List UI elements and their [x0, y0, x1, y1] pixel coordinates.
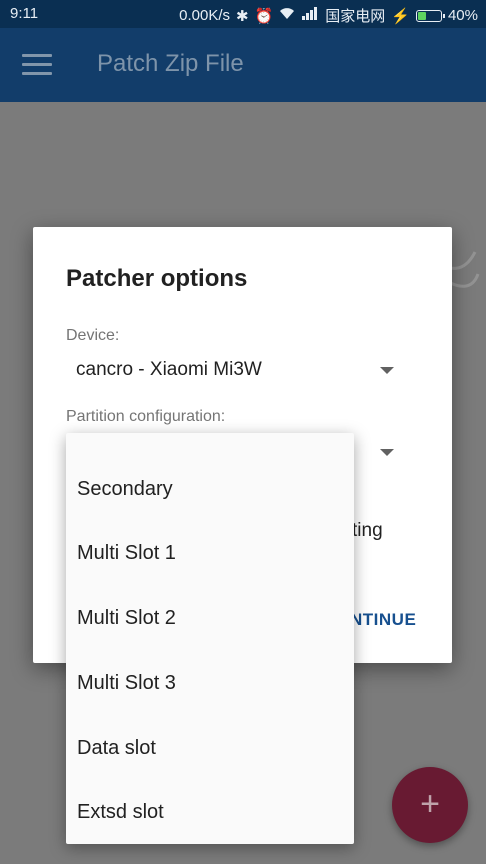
dropdown-option-data-slot[interactable]: Data slot	[77, 737, 156, 760]
clock: 9:11	[10, 5, 39, 22]
obscured-option-text: ting	[352, 520, 383, 541]
alarm-icon: ⏰	[254, 7, 274, 25]
add-fab-button[interactable]: +	[392, 767, 468, 843]
charging-icon: ⚡	[391, 7, 410, 25]
dropdown-option-secondary[interactable]: Secondary	[77, 478, 173, 501]
dropdown-option-multi-slot-3[interactable]: Multi Slot 3	[77, 672, 176, 695]
network-speed: 0.00K/s	[179, 7, 230, 24]
hamburger-menu-icon[interactable]	[22, 54, 52, 76]
status-icons: 0.00K/s ✱ ⏰ 国家电网 ⚡ 40%	[179, 5, 478, 26]
dropdown-option-multi-slot-2[interactable]: Multi Slot 2	[77, 607, 176, 630]
partition-config-label: Partition configuration:	[66, 408, 226, 425]
device-spinner-value[interactable]: cancro - Xiaomi Mi3W	[76, 359, 262, 381]
status-bar: 9:11 0.00K/s ✱ ⏰ 国家电网 ⚡ 40%	[0, 0, 486, 28]
continue-button[interactable]: NTINUE	[350, 610, 416, 630]
battery-fill	[417, 11, 426, 20]
dropdown-option-extsd-slot[interactable]: Extsd slot	[77, 801, 164, 824]
carrier-name: 国家电网	[325, 8, 386, 25]
page-title: Patch Zip File	[97, 50, 244, 77]
bluetooth-icon: ✱	[236, 7, 249, 25]
wifi-icon	[279, 7, 295, 24]
device-dropdown-arrow-icon[interactable]	[380, 367, 394, 374]
dialog-title: Patcher options	[66, 265, 248, 292]
plus-icon: +	[420, 785, 440, 823]
device-label: Device:	[66, 327, 120, 344]
app-toolbar: Patch Zip File	[0, 28, 486, 102]
partition-dropdown-menu: Secondary Multi Slot 1 Multi Slot 2 Mult…	[66, 433, 354, 844]
battery-icon	[415, 9, 445, 22]
signal-icon	[301, 7, 319, 24]
battery-percentage: 40%	[447, 7, 478, 24]
partition-dropdown-arrow-icon[interactable]	[380, 449, 394, 456]
dropdown-option-multi-slot-1[interactable]: Multi Slot 1	[77, 542, 176, 565]
